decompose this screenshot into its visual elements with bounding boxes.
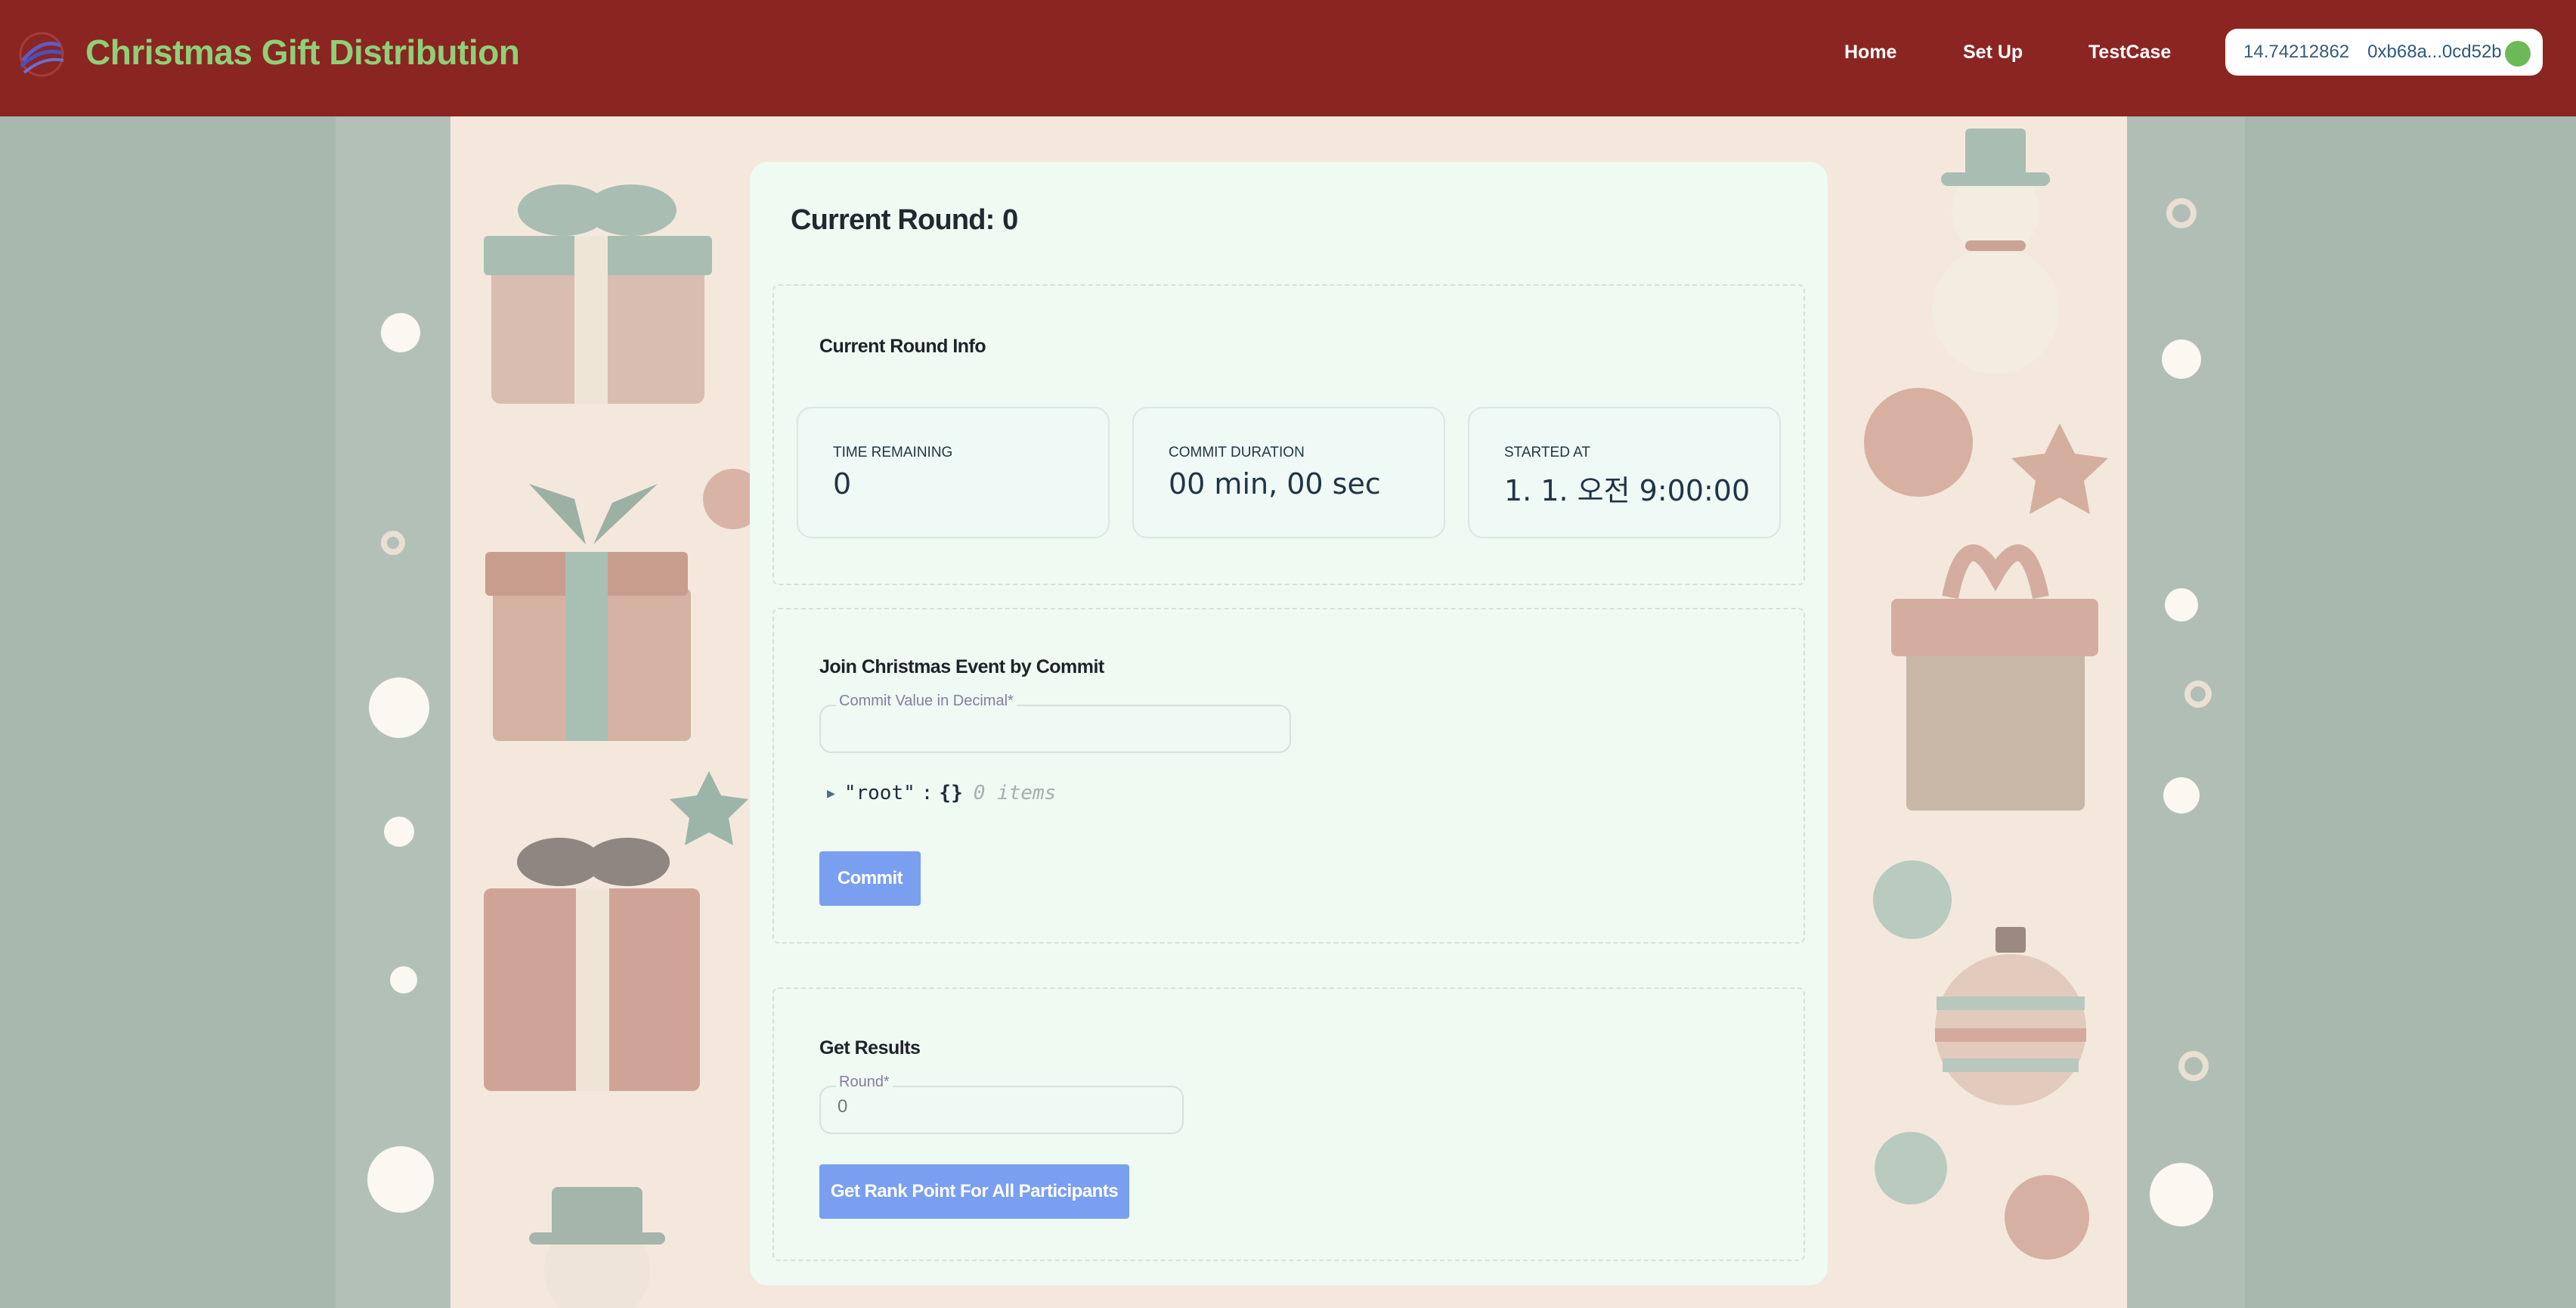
gift-box-icon [485,484,691,741]
get-rank-points-button[interactable]: Get Rank Point For All Participants [819,1164,1129,1219]
round-info-section: Current Round Info TIME REMAINING 0 COMM… [772,284,1805,585]
commit-value-field[interactable]: Commit Value in Decimal* [819,693,1291,753]
commit-value-label: Commit Value in Decimal* [836,693,1017,710]
json-separator: : [921,782,933,804]
gift-box-icon [484,184,712,404]
commit-section-title: Join Christmas Event by Commit [819,656,1104,677]
main-card: Current Round: 0 Current Round Info TIME… [750,162,1828,1285]
current-round-value: 0 [1002,204,1019,236]
time-remaining-stat: TIME REMAINING 0 [797,407,1110,538]
json-viewer[interactable]: ▶ "root" : {} 0 items [827,782,1056,804]
commit-section: Join Christmas Event by Commit Commit Va… [772,608,1805,944]
round-field[interactable]: Round* [819,1074,1184,1134]
logo-icon[interactable] [15,30,68,79]
stat-value: 00 min, 00 sec [1169,467,1381,501]
wallet-avatar-icon [2505,41,2531,67]
gift-box-icon [1891,544,2098,811]
round-info-title: Current Round Info [819,336,986,357]
wallet-address: 0xb68a...0cd52b [2367,42,2502,62]
stat-label: TIME REMAINING [833,445,953,460]
ornament-icon [1935,927,2086,1105]
snowman-icon [529,1187,665,1308]
results-section: Get Results Round* Get Rank Point For Al… [772,987,1805,1261]
nav-setup[interactable]: Set Up [1963,42,2023,64]
stat-value: 0 [833,467,852,501]
round-input[interactable] [838,1096,1163,1117]
wallet-balance: 14.74212862 [2243,42,2350,62]
stat-label: STARTED AT [1504,445,1591,460]
stat-value: 1. 1. 오전 9:00:00 [1504,474,1751,507]
json-item-count: 0 items [973,782,1057,804]
current-round-heading: Current Round: 0 [791,204,1018,237]
top-navbar: Christmas Gift Distribution Home Set Up … [0,0,2576,116]
round-label: Round* [836,1074,893,1091]
nav-testcase[interactable]: TestCase [2088,42,2171,64]
commit-value-input[interactable] [838,715,1259,736]
nav-home[interactable]: Home [1844,42,1896,64]
json-key: "root" [844,782,915,804]
current-round-label: Current Round: [791,204,995,236]
json-braces: {} [939,782,963,804]
started-at-stat: STARTED AT 1. 1. 오전 9:00:00 [1468,407,1781,538]
expand-arrow-icon[interactable]: ▶ [827,786,835,801]
results-title: Get Results [819,1037,921,1058]
commit-button[interactable]: Commit [819,851,921,906]
commit-duration-stat: COMMIT DURATION 00 min, 00 sec [1132,407,1445,538]
stat-label: COMMIT DURATION [1169,445,1305,460]
gift-box-icon [484,838,700,1091]
snowman-icon [1932,129,2059,373]
app-title[interactable]: Christmas Gift Distribution [85,32,520,73]
wallet-button[interactable]: 14.74212862 0xb68a...0cd52b [2225,29,2543,76]
